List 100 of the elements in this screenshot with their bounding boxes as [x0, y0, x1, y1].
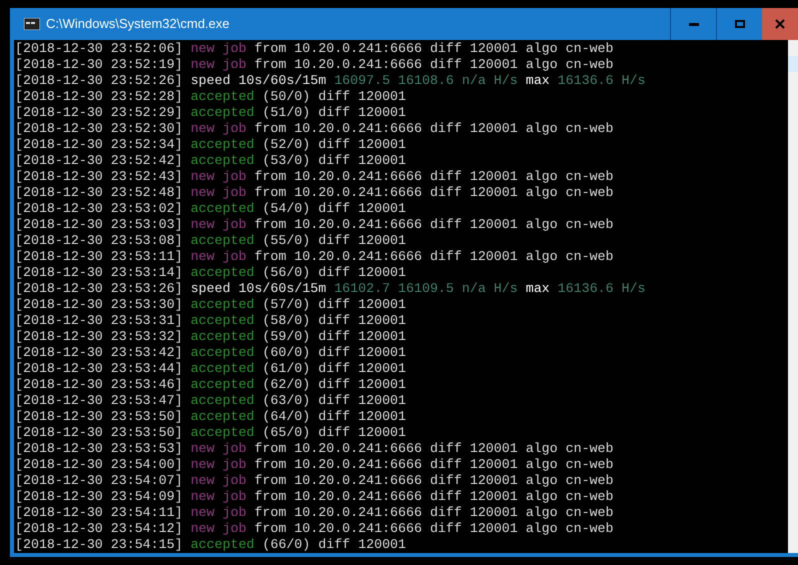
log-message: from 10.20.0.241:6666 diff 120001 algo cn-web: [254, 473, 614, 488]
log-message: (57/0) diff 120001: [262, 297, 406, 312]
timestamp: [2018-12-30 23:53:47]: [15, 393, 183, 408]
timestamp: [2018-12-30 23:52:28]: [15, 89, 183, 104]
timestamp: [2018-12-30 23:53:53]: [15, 441, 183, 456]
log-tag: new job: [190, 249, 246, 264]
log-message: (59/0) diff 120001: [262, 329, 406, 344]
log-tag: accepted: [190, 201, 254, 216]
timestamp: [2018-12-30 23:54:11]: [15, 505, 183, 520]
log-tag: accepted: [190, 265, 254, 280]
log-message: from 10.20.0.241:6666 diff 120001 algo cn-web: [254, 185, 614, 200]
log-tag: accepted: [190, 329, 254, 344]
speed-values: 16136.6 H/s: [558, 73, 646, 88]
log-tag: max: [526, 281, 550, 296]
log-tag: accepted: [190, 105, 254, 120]
log-tag: accepted: [190, 297, 254, 312]
timestamp: [2018-12-30 23:53:08]: [15, 233, 183, 248]
log-message: from 10.20.0.241:6666 diff 120001 algo cn-web: [254, 249, 614, 264]
log-tag: new job: [190, 489, 246, 504]
close-icon: [775, 19, 785, 29]
log-message: from 10.20.0.241:6666 diff 120001 algo cn-web: [254, 121, 614, 136]
log-message: from 10.20.0.241:6666 diff 120001 algo cn-web: [254, 217, 614, 232]
log-message: (53/0) diff 120001: [262, 153, 406, 168]
log-tag: accepted: [190, 425, 254, 440]
window-title: C:\Windows\System32\cmd.exe: [46, 15, 230, 34]
timestamp: [2018-12-30 23:53:26]: [15, 281, 183, 296]
timestamp: [2018-12-30 23:53:42]: [15, 345, 183, 360]
log-tag: accepted: [190, 393, 254, 408]
log-message: (61/0) diff 120001: [262, 361, 406, 376]
log-tag: accepted: [190, 137, 254, 152]
log-tag: new job: [190, 41, 246, 56]
log-message: (64/0) diff 120001: [262, 409, 406, 424]
timestamp: [2018-12-30 23:52:19]: [15, 57, 183, 72]
log-message: (54/0) diff 120001: [262, 201, 406, 216]
maximize-icon: [734, 20, 744, 28]
timestamp: [2018-12-30 23:53:46]: [15, 377, 183, 392]
log-message: (66/0) diff 120001: [262, 537, 406, 552]
timestamp: [2018-12-30 23:54:07]: [15, 473, 183, 488]
log-message: from 10.20.0.241:6666 diff 120001 algo cn-web: [254, 169, 614, 184]
log-message: (62/0) diff 120001: [262, 377, 406, 392]
timestamp: [2018-12-30 23:52:43]: [15, 169, 183, 184]
log-tag: accepted: [190, 537, 254, 552]
log-tag: new job: [190, 457, 246, 472]
log-tag: new job: [190, 185, 246, 200]
log-message: from 10.20.0.241:6666 diff 120001 algo cn-web: [254, 441, 614, 456]
close-button[interactable]: [762, 8, 798, 40]
speed-values: 16102.7 16109.5 n/a H/s: [334, 281, 518, 296]
timestamp: [2018-12-30 23:54:15]: [15, 537, 183, 552]
log-message: (65/0) diff 120001: [262, 425, 406, 440]
timestamp: [2018-12-30 23:54:00]: [15, 457, 183, 472]
timestamp: [2018-12-30 23:53:32]: [15, 329, 183, 344]
speed-values: 16097.5 16108.6 n/a H/s: [334, 73, 518, 88]
log-tag: accepted: [190, 233, 254, 248]
log-tag: speed 10s/60s/15m: [190, 73, 326, 88]
log-tag: accepted: [190, 313, 254, 328]
scrollbar[interactable]: [788, 40, 798, 553]
log-tag: max: [526, 73, 550, 88]
timestamp: [2018-12-30 23:53:11]: [15, 249, 183, 264]
log-message: from 10.20.0.241:6666 diff 120001 algo cn-web: [254, 457, 614, 472]
log-tag: speed 10s/60s/15m: [190, 281, 326, 296]
timestamp: [2018-12-30 23:53:30]: [15, 297, 183, 312]
log-message: from 10.20.0.241:6666 diff 120001 algo cn-web: [254, 489, 614, 504]
timestamp: [2018-12-30 23:52:29]: [15, 105, 183, 120]
timestamp: [2018-12-30 23:54:12]: [15, 521, 183, 536]
log-message: from 10.20.0.241:6666 diff 120001 algo cn-web: [254, 521, 614, 536]
log-tag: new job: [190, 57, 246, 72]
log-message: (55/0) diff 120001: [262, 233, 406, 248]
log-message: from 10.20.0.241:6666 diff 120001 algo cn-web: [254, 505, 614, 520]
timestamp: [2018-12-30 23:52:30]: [15, 121, 183, 136]
log-message: from 10.20.0.241:6666 diff 120001 algo cn-web: [254, 41, 614, 56]
log-tag: accepted: [190, 89, 254, 104]
log-message: (52/0) diff 120001: [262, 137, 406, 152]
log-message: (60/0) diff 120001: [262, 345, 406, 360]
timestamp: [2018-12-30 23:53:14]: [15, 265, 183, 280]
log-tag: accepted: [190, 153, 254, 168]
log-message: (51/0) diff 120001: [262, 105, 406, 120]
log-tag: new job: [190, 521, 246, 536]
log-tag: accepted: [190, 409, 254, 424]
log-tag: new job: [190, 473, 246, 488]
log-tag: accepted: [190, 377, 254, 392]
log-message: from 10.20.0.241:6666 diff 120001 algo cn-web: [254, 57, 614, 72]
minimize-icon: [688, 22, 698, 26]
log-message: (50/0) diff 120001: [262, 89, 406, 104]
log-message: (56/0) diff 120001: [262, 265, 406, 280]
log-message: (63/0) diff 120001: [262, 393, 406, 408]
scrollbar-thumb[interactable]: [788, 56, 798, 72]
timestamp: [2018-12-30 23:52:42]: [15, 153, 183, 168]
log-tag: new job: [190, 505, 246, 520]
console-icon: [24, 18, 40, 30]
timestamp: [2018-12-30 23:53:02]: [15, 201, 183, 216]
timestamp: [2018-12-30 23:53:03]: [15, 217, 183, 232]
timestamp: [2018-12-30 23:53:50]: [15, 425, 183, 440]
timestamp: [2018-12-30 23:52:06]: [15, 41, 183, 56]
log-tag: new job: [190, 441, 246, 456]
speed-values: 16136.6 H/s: [558, 281, 646, 296]
timestamp: [2018-12-30 23:53:50]: [15, 409, 183, 424]
timestamp: [2018-12-30 23:53:31]: [15, 313, 183, 328]
timestamp: [2018-12-30 23:53:44]: [15, 361, 183, 376]
log-tag: accepted: [190, 361, 254, 376]
timestamp: [2018-12-30 23:52:48]: [15, 185, 183, 200]
